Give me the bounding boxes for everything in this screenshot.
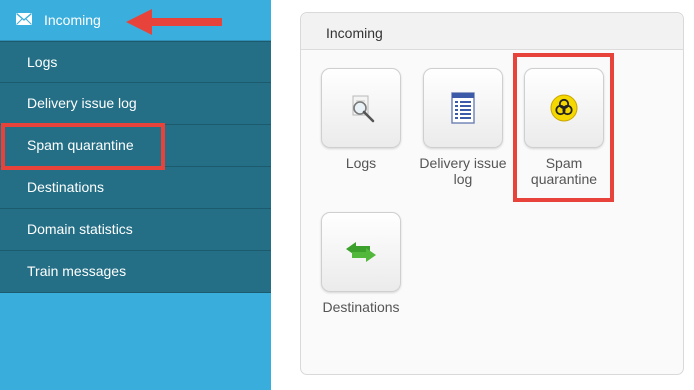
tile-logs-label: Logs [345,155,377,171]
tile-delivery-issue-log[interactable]: Delivery issue log [418,68,508,187]
panel-header: Incoming [301,13,683,50]
magnifier-icon [352,95,375,123]
sidebar-item-delivery-issue-log[interactable]: Delivery issue log [0,83,271,125]
tile-logs-button[interactable] [321,68,401,148]
two-way-arrows-icon [346,242,376,262]
sidebar: Incoming Logs Delivery issue log Spam qu… [0,0,271,390]
tile-logs[interactable]: Logs [316,68,406,171]
sidebar-item-logs[interactable]: Logs [0,41,271,83]
sidebar-item-train-messages[interactable]: Train messages [0,251,271,293]
callout-arrow-icon [126,9,222,35]
tile-destinations-label: Destinations [322,299,400,315]
tile-destinations[interactable]: Destinations [316,212,406,315]
tile-delivery-issue-log-button[interactable] [423,68,503,148]
tile-destinations-button[interactable] [321,212,401,292]
incoming-panel: Incoming [300,12,684,375]
sidebar-header-label: Incoming [44,12,101,28]
sidebar-item-domain-statistics[interactable]: Domain statistics [0,209,271,251]
highlight-box-tile [513,53,614,202]
document-list-icon [451,92,475,124]
highlight-box-sidebar [1,123,165,170]
envelope-icon [16,13,32,25]
panel-title: Incoming [326,25,383,41]
sidebar-item-destinations[interactable]: Destinations [0,167,271,209]
tile-delivery-issue-log-label: Delivery issue log [419,155,507,187]
